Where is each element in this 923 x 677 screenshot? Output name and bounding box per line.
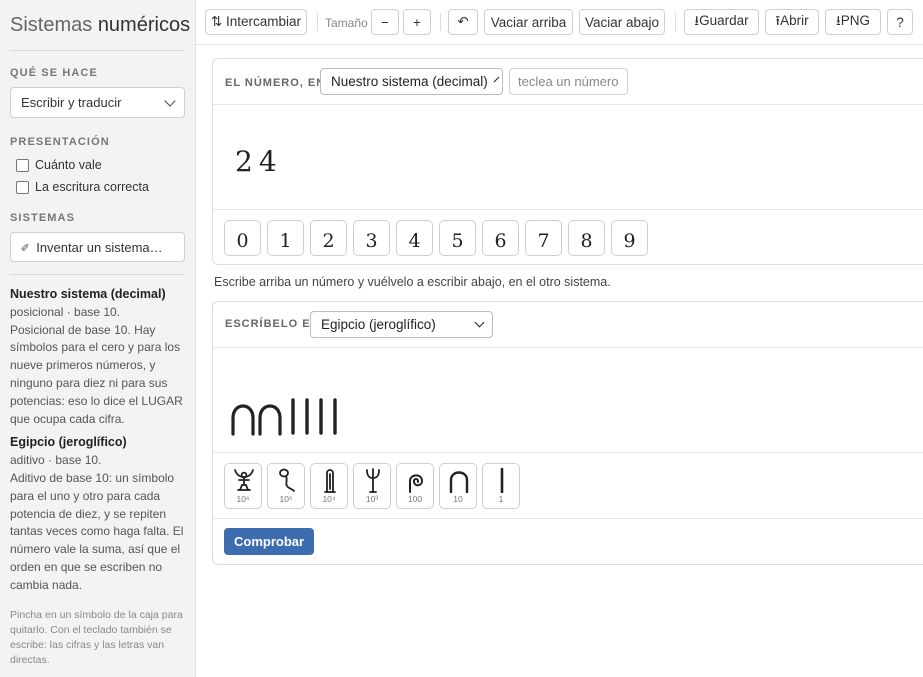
digit-key[interactable]: 5: [439, 220, 476, 256]
value-checkbox[interactable]: [16, 158, 29, 172]
system-description: Posicional de base 10. Hay símbolos para…: [10, 322, 183, 426]
sidebar-divider: [10, 50, 184, 51]
size-increase-button[interactable]: +: [403, 9, 431, 35]
undo-button[interactable]: ↶: [448, 9, 478, 35]
value-option-label: Cuánto vale: [35, 158, 102, 172]
source-system-value: Nuestro sistema (decimal): [331, 74, 488, 89]
heel-bone-glyph[interactable]: [231, 404, 255, 436]
clear-bottom-button[interactable]: Vaciar abajo: [579, 9, 665, 35]
digit-key[interactable]: 4: [396, 220, 433, 256]
digit-key[interactable]: 3: [353, 220, 390, 256]
hieroglyph-value: 10⁴: [322, 494, 336, 504]
digit-key[interactable]: 6: [482, 220, 519, 256]
digit-key[interactable]: 2: [310, 220, 347, 256]
export-png-button[interactable]: ⭳PNG: [825, 9, 881, 35]
spelling-checkbox[interactable]: [16, 180, 29, 194]
digit-keypad: 0 1 2 3 4 5 6 7 8 9: [213, 210, 923, 265]
section-mode-heading: QUÉ SE HACE: [10, 67, 98, 79]
stroke-icon: [500, 467, 504, 493]
lotus-icon: [366, 468, 380, 493]
target-number-panel: ESCRÍBELO EN Egipcio (jeroglífico) 10⁶ 1…: [212, 301, 923, 565]
system-meta: posicional · base 10.: [10, 304, 121, 319]
digit-key[interactable]: 0: [224, 220, 261, 256]
coil-rope-icon: [409, 474, 424, 493]
target-system-select[interactable]: Egipcio (jeroglífico): [310, 311, 493, 338]
invent-system-label: Inventar un sistema…: [36, 239, 163, 255]
clear-top-button[interactable]: Vaciar arriba: [484, 9, 573, 35]
chevron-down-icon: [493, 76, 500, 83]
system-name: Nuestro sistema (decimal): [10, 287, 166, 301]
hieroglyph-key-million[interactable]: 10⁶: [224, 463, 262, 509]
hieroglyph-keypad: 10⁶ 10⁵ 10⁴ 10³ 100 10 1: [213, 453, 923, 519]
heel-bone-glyph[interactable]: [258, 404, 282, 436]
chevron-down-icon: [474, 317, 485, 328]
system-description: Aditivo de base 10: un símbolo para el u…: [10, 470, 184, 592]
system-info-egyptian: Egipcio (jeroglífico) aditivo · base 10.…: [10, 434, 184, 594]
heh-god-icon: [234, 469, 254, 491]
instruction-text: Escribe arriba un número y vuélvelo a es…: [214, 275, 611, 289]
source-system-label: EL NÚMERO, EN: [225, 77, 326, 89]
size-decrease-button[interactable]: −: [371, 9, 399, 35]
hieroglyph-value: 10⁶: [236, 494, 250, 504]
value-option[interactable]: Cuánto vale: [10, 158, 184, 172]
digit-key[interactable]: 8: [568, 220, 605, 256]
target-system-label: ESCRÍBELO EN: [225, 318, 320, 330]
hieroglyph-value: 10: [453, 494, 463, 504]
toolbar-divider: [317, 13, 318, 31]
sidebar-divider: [10, 274, 184, 275]
digit-key[interactable]: 9: [611, 220, 648, 256]
mode-select-value: Escribir y traducir: [21, 95, 122, 110]
heel-bone-icon: [449, 471, 469, 493]
hieroglyph-value: 1: [498, 494, 504, 504]
toolbar: ⇅ Intercambiar Tamaño − + ↶ Vaciar arrib…: [196, 0, 923, 45]
toolbar-divider: [675, 13, 676, 31]
hieroglyph-value: 10³: [365, 494, 379, 504]
mode-select[interactable]: Escribir y traducir: [10, 87, 185, 118]
app-title: Sistemas numéricos: [10, 14, 191, 36]
hieroglyph-value: 10⁵: [279, 494, 293, 504]
spelling-option[interactable]: La escritura correcta: [10, 180, 184, 194]
open-button[interactable]: ⭱Abrir: [765, 9, 819, 35]
hieroglyph-key-one[interactable]: 1: [482, 463, 520, 509]
hieroglyph-key-ten[interactable]: 10: [439, 463, 477, 509]
system-info-decimal: Nuestro sistema (decimal) posicional · b…: [10, 286, 184, 428]
system-meta: aditivo · base 10.: [10, 453, 102, 468]
target-number-display[interactable]: [213, 348, 923, 453]
digit-key[interactable]: 7: [525, 220, 562, 256]
invent-system-button[interactable]: ✏ Inventar un sistema…: [10, 232, 185, 262]
chevron-down-icon: [164, 94, 176, 107]
section-systems-heading: SISTEMAS: [10, 212, 76, 224]
toolbar-divider: [440, 13, 441, 31]
system-name: Egipcio (jeroglífico): [10, 435, 127, 450]
size-label: Tamaño: [325, 16, 368, 30]
tadpole-icon: [279, 468, 295, 492]
written-hieroglyphs: [231, 398, 337, 436]
hieroglyph-key-hundred-thousand[interactable]: 10⁵: [267, 463, 305, 509]
check-button[interactable]: Comprobar: [224, 528, 315, 555]
pencil-icon: ✏: [18, 239, 34, 255]
number-input[interactable]: teclea un número: [509, 68, 628, 95]
spelling-option-label: La escritura correcta: [35, 180, 149, 194]
hieroglyph-key-thousand[interactable]: 10³: [353, 463, 391, 509]
source-number-panel: EL NÚMERO, EN Nuestro sistema (decimal) …: [212, 58, 923, 265]
target-system-value: Egipcio (jeroglífico): [321, 317, 436, 332]
swap-button[interactable]: ⇅ Intercambiar: [205, 9, 307, 35]
check-row: Comprobar: [213, 519, 923, 565]
keyboard-hint: Pincha en un símbolo de la caja para qui…: [10, 608, 183, 666]
source-panel-header: EL NÚMERO, EN Nuestro sistema (decimal) …: [213, 59, 923, 105]
target-panel-header: ESCRÍBELO EN Egipcio (jeroglífico): [213, 302, 923, 348]
help-button[interactable]: ?: [887, 9, 913, 35]
hieroglyph-value: 100: [407, 494, 423, 504]
source-number-display[interactable]: 24: [213, 105, 923, 210]
digit-key[interactable]: 1: [267, 220, 304, 256]
section-presentation-heading: PRESENTACIÓN: [10, 136, 110, 148]
sidebar: Sistemas numéricos QUÉ SE HACE Escribir …: [0, 0, 196, 677]
source-number-text: 24: [235, 145, 283, 178]
hieroglyph-key-hundred[interactable]: 100: [396, 463, 434, 509]
source-system-select[interactable]: Nuestro sistema (decimal): [320, 68, 503, 95]
number-input-placeholder: teclea un número: [518, 74, 619, 89]
finger-icon: [324, 469, 336, 493]
hieroglyph-key-ten-thousand[interactable]: 10⁴: [310, 463, 348, 509]
save-button[interactable]: ⭳Guardar: [684, 9, 759, 35]
